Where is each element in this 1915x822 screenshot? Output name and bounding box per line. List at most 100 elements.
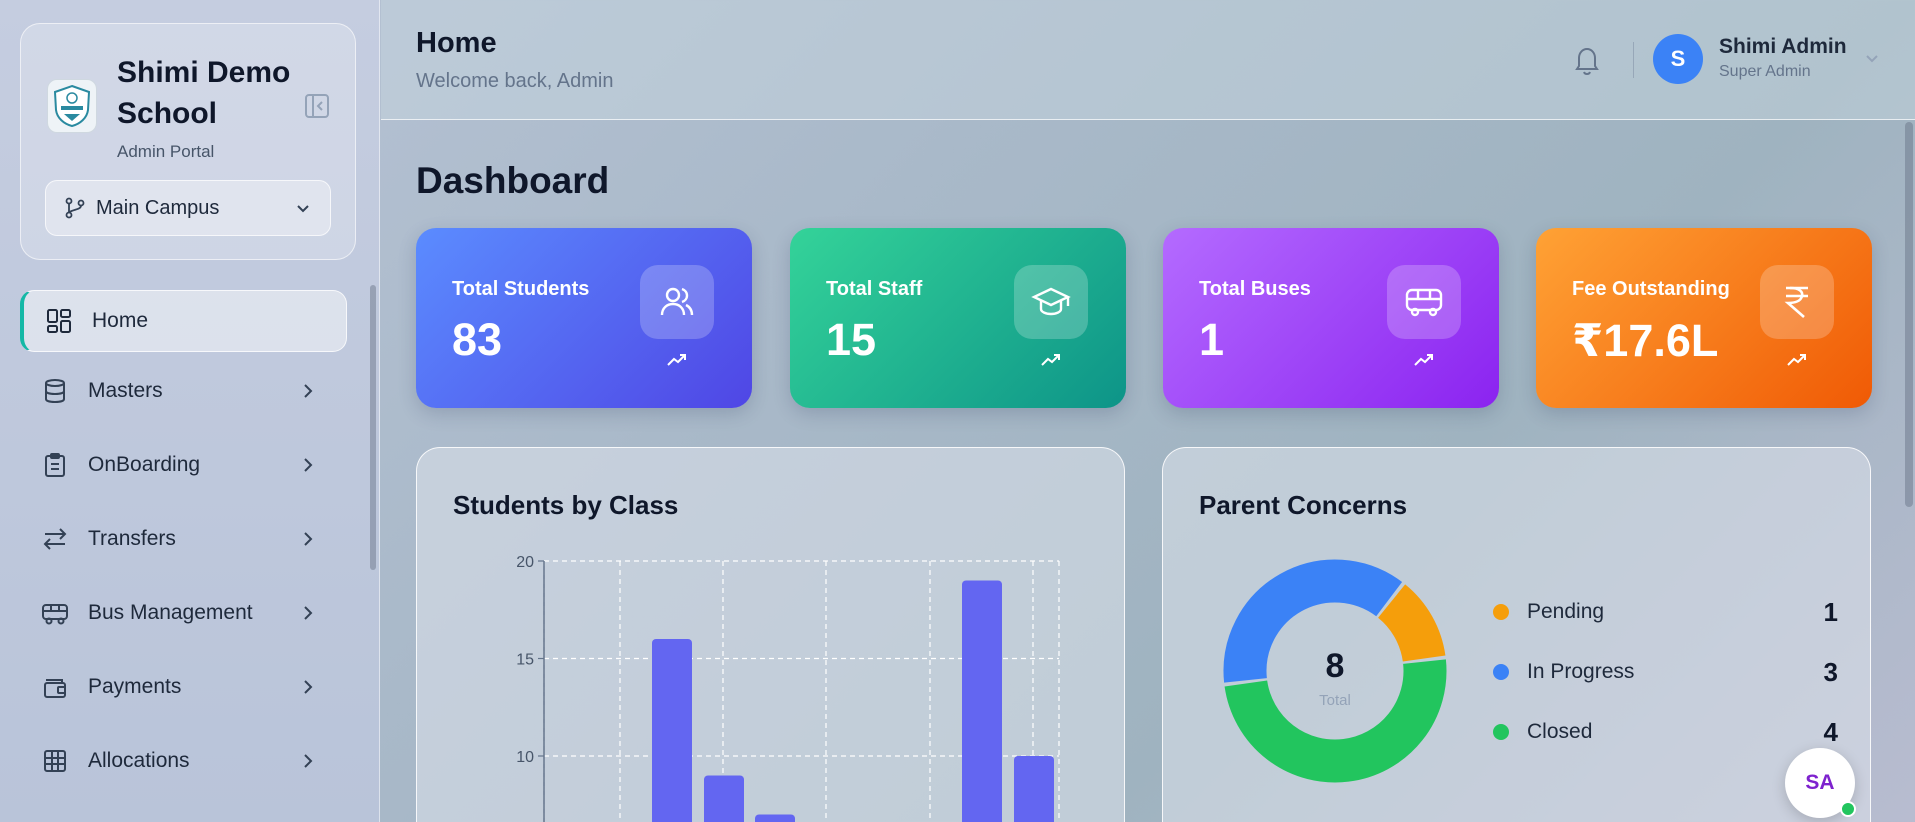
chevron-right-icon xyxy=(304,458,313,472)
chevron-right-icon xyxy=(304,754,313,768)
sidebar-item-allocations[interactable]: Allocations xyxy=(20,730,347,792)
school-name: Shimi Demo School xyxy=(117,56,291,130)
legend-label: Pending xyxy=(1527,600,1605,623)
bar xyxy=(652,639,692,822)
y-tick-label: 10 xyxy=(516,749,534,766)
school-logo xyxy=(47,79,97,133)
chat-assistant-button[interactable]: SA xyxy=(1785,748,1856,818)
stat-value: 83 xyxy=(452,314,503,365)
legend-count: 1 xyxy=(1823,596,1838,627)
database-icon xyxy=(40,376,70,406)
online-status-dot xyxy=(1840,801,1856,817)
legend-dot xyxy=(1493,724,1509,740)
grid-icon xyxy=(44,306,74,336)
header-divider xyxy=(1633,42,1634,78)
campus-label: Main Campus xyxy=(96,196,220,219)
sidebar: Shimi Demo School Admin Portal Main Camp… xyxy=(0,0,380,822)
bus-icon xyxy=(1387,265,1461,339)
legend-row-closed: Closed 4 xyxy=(1493,717,1838,747)
sidebar-item-label: Allocations xyxy=(88,749,190,772)
bus-icon xyxy=(40,598,70,628)
stat-value: ₹17.6L xyxy=(1572,315,1719,366)
sidebar-item-label: Bus Management xyxy=(88,601,253,624)
legend-dot xyxy=(1493,664,1509,680)
sidebar-item-label: Transfers xyxy=(88,527,176,550)
trending-up-icon xyxy=(1041,354,1060,366)
school-card: Shimi Demo School Admin Portal Main Camp… xyxy=(20,23,356,260)
sidebar-item-label: Payments xyxy=(88,675,182,698)
trending-up-icon xyxy=(1414,354,1433,366)
sidebar-item-onboarding[interactable]: OnBoarding xyxy=(20,434,347,496)
chevron-right-icon xyxy=(304,532,313,546)
y-tick-label: 20 xyxy=(516,554,534,571)
users-icon xyxy=(640,265,714,339)
chevron-right-icon xyxy=(304,680,313,694)
bar xyxy=(755,814,795,822)
sidebar-item-bus-management[interactable]: Bus Management xyxy=(20,582,347,644)
chevron-right-icon xyxy=(304,384,313,398)
stat-card-total-students[interactable]: Total Students 83 xyxy=(416,228,752,408)
legend-label: Closed xyxy=(1527,720,1593,743)
stat-label: Fee Outstanding xyxy=(1572,278,1730,300)
legend-label: In Progress xyxy=(1527,660,1635,683)
bar xyxy=(962,580,1002,822)
user-role: Super Admin xyxy=(1719,63,1811,80)
donut-slice xyxy=(1223,559,1403,683)
stat-label: Total Staff xyxy=(826,278,923,300)
campus-select[interactable]: Main Campus xyxy=(45,180,331,236)
wallet-icon xyxy=(40,672,70,702)
sidebar-item-masters[interactable]: Masters xyxy=(20,360,347,422)
bar xyxy=(1014,756,1054,822)
dashboard-title: Dashboard xyxy=(416,160,610,201)
trending-up-icon xyxy=(1787,354,1806,366)
avatar[interactable]: S xyxy=(1653,34,1703,84)
donut-total-label: Total xyxy=(1319,692,1351,709)
donut-slice xyxy=(1377,584,1446,663)
sidebar-item-home[interactable]: Home xyxy=(20,290,347,352)
sidebar-item-label: Masters xyxy=(88,379,163,402)
donut-total: 8 xyxy=(1326,647,1345,685)
stat-card-total-buses[interactable]: Total Buses 1 xyxy=(1163,228,1499,408)
page-title: Home xyxy=(416,27,497,59)
legend-dot xyxy=(1493,604,1509,620)
sidebar-item-label: OnBoarding xyxy=(88,453,201,476)
page-subtitle: Welcome back, Admin xyxy=(416,70,614,92)
sidebar-item-label: Home xyxy=(92,309,149,332)
branch-icon xyxy=(65,197,85,219)
graduation-cap-icon xyxy=(1014,265,1088,339)
sidebar-item-payments[interactable]: Payments xyxy=(20,656,347,718)
stat-card-total-staff[interactable]: Total Staff 15 xyxy=(790,228,1126,408)
trending-up-icon xyxy=(667,354,686,366)
rupee-icon xyxy=(1760,265,1834,339)
stat-card-fee-outstanding[interactable]: Fee Outstanding ₹17.6L xyxy=(1536,228,1872,408)
legend-row-pending: Pending 1 xyxy=(1493,597,1838,627)
legend-count: 4 xyxy=(1823,716,1838,747)
legend-count: 3 xyxy=(1823,656,1838,687)
collapse-sidebar-icon[interactable] xyxy=(303,92,331,120)
stat-label: Total Buses xyxy=(1199,278,1311,300)
bell-icon[interactable] xyxy=(1572,44,1602,76)
chevron-down-icon xyxy=(297,205,309,213)
bar xyxy=(704,775,744,822)
fab-initials: SA xyxy=(1805,771,1835,794)
chevron-down-icon[interactable] xyxy=(1861,48,1883,70)
stat-label: Total Students xyxy=(452,278,590,300)
portal-label: Admin Portal xyxy=(117,142,215,161)
sidebar-item-transfers[interactable]: Transfers xyxy=(20,508,347,570)
table-grid-icon xyxy=(40,746,70,776)
main-scrollbar[interactable] xyxy=(1905,122,1913,507)
clipboard-icon xyxy=(40,450,70,480)
concerns-donut-chart: 8 Total xyxy=(1223,559,1447,783)
stat-value: 1 xyxy=(1199,314,1225,365)
transfer-arrows-icon xyxy=(40,524,70,554)
parent-concerns-panel: Parent Concerns 8 Total Pending 1 In Prog… xyxy=(1162,447,1871,822)
chevron-right-icon xyxy=(304,606,313,620)
stat-value: 15 xyxy=(826,314,877,365)
top-header: Home Welcome back, Admin S Shimi Admin S… xyxy=(381,0,1915,120)
students-bar-chart: 10 15 20 xyxy=(516,554,1060,822)
y-tick-label: 15 xyxy=(516,652,534,669)
sidebar-scrollbar[interactable] xyxy=(370,285,376,570)
user-name[interactable]: Shimi Admin xyxy=(1719,35,1847,59)
legend-row-in-progress: In Progress 3 xyxy=(1493,657,1838,687)
students-by-class-panel: Students by Class 10 15 20 xyxy=(416,447,1125,822)
